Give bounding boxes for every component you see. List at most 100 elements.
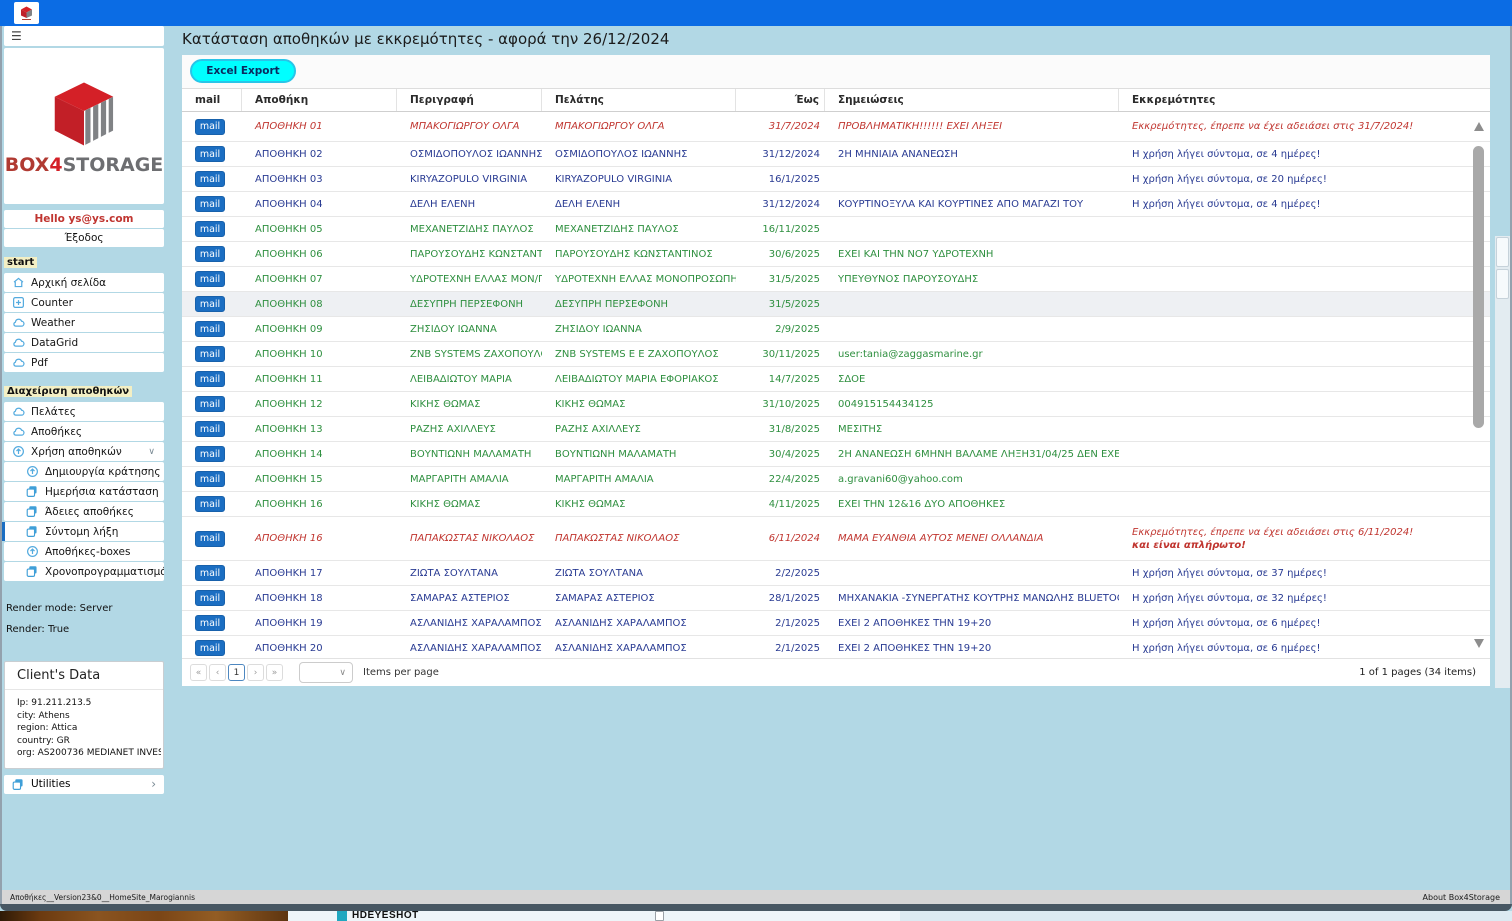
sidebar-item[interactable]: Counter bbox=[4, 293, 164, 312]
cell-client: ΛΕΙΒΑΔΙΩΤΟΥ ΜΑΡΙΑ ΕΦΟΡΙΑΚΟΣ bbox=[542, 367, 736, 391]
pending-text: Η χρήση λήγει σύντομα, σε 20 ημέρες! bbox=[1132, 173, 1327, 186]
document-icon[interactable] bbox=[655, 911, 664, 921]
mail-button[interactable]: mail bbox=[195, 590, 225, 606]
scroll-down-icon[interactable] bbox=[1474, 639, 1484, 648]
next-page-button[interactable]: › bbox=[247, 664, 264, 681]
sidebar-item-label: Πελάτες bbox=[31, 406, 76, 418]
cell-pending: Εκκρεμότητες, έπρεπε να έχει αδειάσει στ… bbox=[1119, 112, 1490, 141]
cell-until: 31/12/2024 bbox=[736, 142, 825, 166]
cell-pending bbox=[1119, 342, 1490, 366]
cell-client: ΡΑΖΗΣ ΑΧΙΛΛΕΥΣ bbox=[542, 417, 736, 441]
cell-notes: user:tania@zaggasmarine.gr bbox=[825, 342, 1119, 366]
copy-icon bbox=[12, 778, 25, 791]
sidebar-item[interactable]: Αποθήκες-boxes bbox=[4, 542, 164, 561]
sidebar-item[interactable]: Άδειες αποθήκες bbox=[4, 502, 164, 521]
scroll-up-icon[interactable] bbox=[1474, 122, 1484, 131]
mail-cell: mail bbox=[182, 586, 242, 610]
copy-icon bbox=[26, 505, 39, 518]
background-window-titlebar[interactable]: HDEYESHOT bbox=[337, 911, 419, 921]
table-row: mailΑΠΟΘΗΚΗ 10ΖΝΒ SYSTEMS ΖΑΧΟΠΟΥΛΟΣΖΝΒ … bbox=[182, 342, 1490, 367]
sidebar-item[interactable]: Πελάτες bbox=[4, 402, 164, 421]
cell-pending: Εκκρεμότητες, έπρεπε να έχει αδειάσει στ… bbox=[1119, 517, 1490, 560]
desktop-wallpaper bbox=[0, 911, 288, 921]
cell-notes bbox=[825, 292, 1119, 316]
mail-button[interactable]: mail bbox=[195, 271, 225, 287]
logout-button[interactable]: Έξοδος bbox=[4, 229, 164, 247]
mail-button[interactable]: mail bbox=[195, 346, 225, 362]
sidebar-item[interactable]: Χρήση αποθηκών∨ bbox=[4, 442, 164, 461]
scrollbar-thumb[interactable] bbox=[1473, 146, 1484, 428]
current-page-button[interactable]: 1 bbox=[228, 664, 245, 681]
cell-description: ΚΙΚΗΣ ΘΩΜΑΣ bbox=[397, 492, 542, 516]
mail-button[interactable]: mail bbox=[195, 221, 225, 237]
mail-button[interactable]: mail bbox=[195, 371, 225, 387]
sidebar-item[interactable]: Ημερήσια κατάσταση bbox=[4, 482, 164, 501]
page-scrollbar[interactable] bbox=[1495, 236, 1510, 688]
sidebar-item[interactable]: Weather bbox=[4, 313, 164, 332]
client-data-line: country: GR bbox=[17, 735, 161, 748]
cell-client: ΖΙΩΤΑ ΣΟΥΛΤΑΝΑ bbox=[542, 561, 736, 585]
table-row: mailΑΠΟΘΗΚΗ 12ΚΙΚΗΣ ΘΩΜΑΣΚΙΚΗΣ ΘΩΜΑΣ31/1… bbox=[182, 392, 1490, 417]
render-text: Render: True bbox=[6, 624, 166, 635]
items-per-page-select[interactable]: ∨ bbox=[299, 662, 353, 683]
cell-warehouse: ΑΠΟΘΗΚΗ 17 bbox=[242, 561, 397, 585]
sidebar-item-utilities[interactable]: Utilities › bbox=[4, 775, 164, 794]
cell-warehouse: ΑΠΟΘΗΚΗ 13 bbox=[242, 417, 397, 441]
sidebar-item[interactable]: Δημιουργία κράτησης bbox=[4, 462, 164, 481]
column-header: Αποθήκη bbox=[242, 89, 397, 111]
first-page-button[interactable]: « bbox=[190, 664, 207, 681]
page-scroll-button-top[interactable] bbox=[1496, 237, 1509, 267]
pending-text: Εκκρεμότητες, έπρεπε να έχει αδειάσει στ… bbox=[1132, 120, 1413, 133]
mail-button[interactable]: mail bbox=[195, 615, 225, 631]
hamburger-menu-button[interactable]: ☰ bbox=[4, 26, 164, 46]
mail-cell: mail bbox=[182, 192, 242, 216]
client-data-title: Client's Data bbox=[5, 662, 163, 690]
cell-pending: Η χρήση λήγει σύντομα, σε 4 ημέρες! bbox=[1119, 142, 1490, 166]
sidebar-item[interactable]: Χρονοπρογραμματισμός bbox=[4, 562, 164, 581]
cell-pending bbox=[1119, 442, 1490, 466]
mail-button[interactable]: mail bbox=[195, 246, 225, 262]
sidebar-item[interactable]: Αποθήκες bbox=[4, 422, 164, 441]
sidebar-item[interactable]: Αρχική σελίδα bbox=[4, 273, 164, 292]
status-bar-about-link[interactable]: About Box4Storage bbox=[1423, 893, 1510, 902]
client-data-line: Ip: 91.211.213.5 bbox=[17, 697, 161, 710]
cell-until: 30/6/2025 bbox=[736, 242, 825, 266]
cell-client: ΔΕΛΗ ΕΛΕΝΗ bbox=[542, 192, 736, 216]
sidebar-item[interactable]: Pdf bbox=[4, 353, 164, 372]
mail-cell: mail bbox=[182, 342, 242, 366]
mail-button[interactable]: mail bbox=[195, 421, 225, 437]
section-label: start bbox=[4, 257, 37, 268]
mail-button[interactable]: mail bbox=[195, 171, 225, 187]
table-row: mailΑΠΟΘΗΚΗ 06ΠΑΡΟΥΣΟΥΔΗΣ ΚΩΝΣΤΑΝΤΙΝΟΣΠΑ… bbox=[182, 242, 1490, 267]
prev-page-button[interactable]: ‹ bbox=[209, 664, 226, 681]
mail-button[interactable]: mail bbox=[195, 321, 225, 337]
last-page-button[interactable]: » bbox=[266, 664, 283, 681]
mail-button[interactable]: mail bbox=[195, 396, 225, 412]
app-window: ☰ BOX4STORAGE bbox=[0, 0, 1512, 921]
cell-notes: ΕΧΕΙ ΤΗΝ 12&16 ΔΥΟ ΑΠΟΘΗΚΕΣ bbox=[825, 492, 1119, 516]
mail-button[interactable]: mail bbox=[195, 640, 225, 656]
excel-export-button[interactable]: Excel Export bbox=[190, 59, 296, 83]
box4storage-logo-icon bbox=[45, 76, 123, 150]
page-scroll-button-bottom[interactable] bbox=[1496, 269, 1509, 299]
cell-notes: ΜΗΧΑΝΑΚΙΑ -ΣΥΝΕΡΓΑΤΗΣ ΚΟΥΤΡΗΣ ΜΑΝΩΛΗΣ BL… bbox=[825, 586, 1119, 610]
sidebar-item[interactable]: DataGrid bbox=[4, 333, 164, 352]
cell-warehouse: ΑΠΟΘΗΚΗ 09 bbox=[242, 317, 397, 341]
app-favicon[interactable] bbox=[14, 2, 39, 24]
mail-cell: mail bbox=[182, 442, 242, 466]
mail-button[interactable]: mail bbox=[195, 446, 225, 462]
mail-button[interactable]: mail bbox=[195, 471, 225, 487]
sidebar: ☰ BOX4STORAGE bbox=[2, 26, 166, 890]
mail-button[interactable]: mail bbox=[195, 565, 225, 581]
mail-button[interactable]: mail bbox=[195, 296, 225, 312]
cell-pending bbox=[1119, 242, 1490, 266]
mail-button[interactable]: mail bbox=[195, 146, 225, 162]
mail-button[interactable]: mail bbox=[195, 119, 225, 135]
grid-scrollbar[interactable] bbox=[1471, 120, 1486, 650]
mail-cell: mail bbox=[182, 167, 242, 191]
mail-button[interactable]: mail bbox=[195, 531, 225, 547]
mail-button[interactable]: mail bbox=[195, 496, 225, 512]
mail-button[interactable]: mail bbox=[195, 196, 225, 212]
table-row: mailΑΠΟΘΗΚΗ 16ΠΑΠΑΚΩΣΤΑΣ ΝΙΚΟΛΑΟΣΠΑΠΑΚΩΣ… bbox=[182, 517, 1490, 561]
sidebar-item[interactable]: Σύντομη λήξη bbox=[4, 522, 164, 541]
